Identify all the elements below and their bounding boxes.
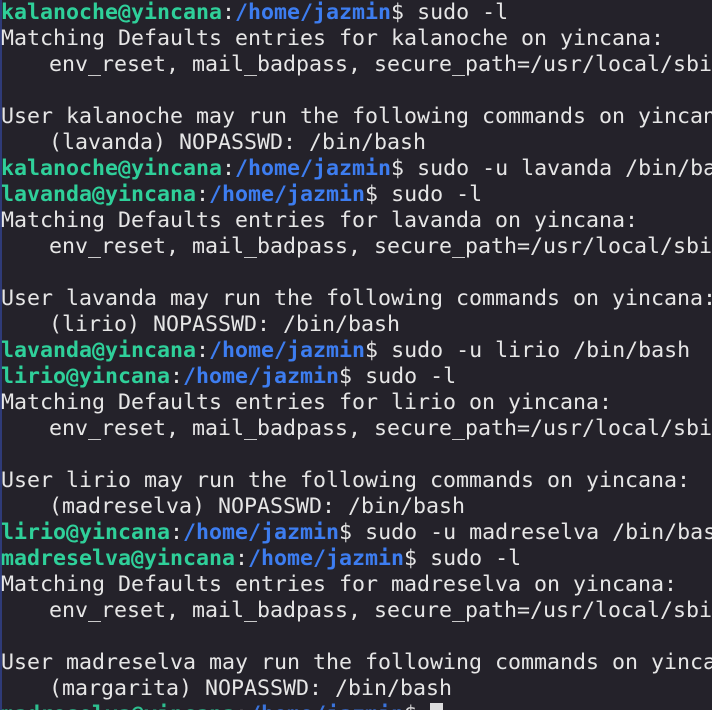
output-text: Matching Defaults entries for lavanda on…: [1, 208, 639, 233]
prompt-sigil: $: [391, 0, 418, 25]
output-indented-line: (margarita) NOPASSWD: /bin/bash: [1, 676, 712, 702]
output-text: User lavanda may run the following comma…: [1, 286, 712, 311]
output-text: env_reset, mail_badpass, secure_path=/us…: [49, 598, 712, 623]
output-text: Matching Defaults entries for lirio on y…: [1, 390, 613, 415]
prompt-separator: :: [235, 702, 248, 710]
prompt-separator: :: [196, 338, 210, 363]
prompt-line: lirio@yincana:/home/jazmin$ sudo -l: [1, 364, 712, 390]
prompt-separator: :: [170, 520, 184, 545]
output-line: Matching Defaults entries for lirio on y…: [1, 390, 712, 416]
prompt-sigil: $: [339, 364, 366, 389]
output-line: Matching Defaults entries for madreselva…: [1, 572, 712, 598]
prompt-user-host: lirio@yincana: [1, 364, 171, 389]
prompt-path: /home/jazmin: [209, 338, 366, 363]
prompt-line: madreselva@yincana:/home/jazmin$ sudo -l: [1, 546, 712, 572]
command-text: sudo -l: [365, 364, 457, 389]
terminal-window[interactable]: kalanoche@yincana:/home/jazmin$ sudo -l M…: [0, 0, 712, 710]
prompt-path: /home/jazmin: [248, 702, 404, 710]
command-text: sudo -l: [391, 182, 483, 207]
prompt-user-host: madreselva@yincana: [1, 702, 235, 710]
prompt-sigil: $: [391, 156, 418, 181]
output-line: User lavanda may run the following comma…: [1, 286, 712, 312]
prompt-sigil: $: [404, 546, 431, 571]
command-text: sudo -u madreselva /bin/bash: [365, 520, 712, 545]
prompt-separator: :: [170, 364, 184, 389]
prompt-sigil: $: [365, 338, 392, 363]
prompt-sigil: $: [404, 702, 430, 710]
output-indented-line: (lirio) NOPASSWD: /bin/bash: [1, 312, 712, 338]
output-text: env_reset, mail_badpass, secure_path=/us…: [49, 234, 712, 259]
command-text: sudo -u lirio /bin/bash: [391, 338, 691, 363]
output-indented-line: env_reset, mail_badpass, secure_path=/us…: [1, 416, 712, 442]
output-indented-line: env_reset, mail_badpass, secure_path=/us…: [1, 234, 712, 260]
prompt-path: /home/jazmin: [183, 364, 340, 389]
prompt-line: lavanda@yincana:/home/jazmin$ sudo -l: [1, 182, 712, 208]
output-indented-line: (lavanda) NOPASSWD: /bin/bash: [1, 130, 712, 156]
command-text: sudo -l: [417, 0, 509, 25]
output-text: User madreselva may run the following co…: [1, 650, 712, 675]
text-cursor[interactable]: [430, 703, 444, 710]
output-text: (lavanda) NOPASSWD: /bin/bash: [49, 130, 427, 155]
prompt-path: /home/jazmin: [235, 156, 392, 181]
output-text: (margarita) NOPASSWD: /bin/bash: [49, 676, 453, 701]
output-text: (lirio) NOPASSWD: /bin/bash: [49, 312, 401, 337]
current-prompt-line: madreselva@yincana:/home/jazmin$: [1, 702, 712, 710]
prompt-separator: :: [222, 0, 236, 25]
prompt-separator: :: [235, 546, 249, 571]
prompt-path: /home/jazmin: [248, 546, 405, 571]
prompt-line: lavanda@yincana:/home/jazmin$ sudo -u li…: [1, 338, 712, 364]
output-text: User kalanoche may run the following com…: [1, 104, 712, 129]
output-line: Matching Defaults entries for kalanoche …: [1, 26, 712, 52]
prompt-line: lirio@yincana:/home/jazmin$ sudo -u madr…: [1, 520, 712, 546]
prompt-user-host: lirio@yincana: [1, 520, 171, 545]
prompt-user-host: madreselva@yincana: [1, 546, 236, 571]
output-text: (madreselva) NOPASSWD: /bin/bash: [49, 494, 466, 519]
command-text: sudo -u lavanda /bin/bash: [417, 156, 712, 181]
prompt-path: /home/jazmin: [209, 182, 366, 207]
terminal-output: kalanoche@yincana:/home/jazmin$ sudo -l M…: [1, 0, 712, 710]
prompt-user-host: lavanda@yincana: [1, 338, 197, 363]
prompt-path: /home/jazmin: [183, 520, 340, 545]
prompt-user-host: lavanda@yincana: [1, 182, 197, 207]
output-indented-line: env_reset, mail_badpass, secure_path=/us…: [1, 598, 712, 624]
output-text: env_reset, mail_badpass, secure_path=/us…: [49, 52, 712, 77]
output-line: User madreselva may run the following co…: [1, 650, 712, 676]
prompt-separator: :: [222, 156, 236, 181]
output-line: User kalanoche may run the following com…: [1, 104, 712, 130]
output-line: Matching Defaults entries for lavanda on…: [1, 208, 712, 234]
prompt-user-host: kalanoche@yincana: [1, 0, 223, 25]
output-text: Matching Defaults entries for kalanoche …: [1, 26, 665, 51]
output-indented-line: (madreselva) NOPASSWD: /bin/bash: [1, 494, 712, 520]
prompt-user-host: kalanoche@yincana: [1, 156, 223, 181]
output-text: env_reset, mail_badpass, secure_path=/us…: [49, 416, 712, 441]
prompt-line: kalanoche@yincana:/home/jazmin$ sudo -u …: [1, 156, 712, 182]
output-text: User lirio may run the following command…: [1, 468, 691, 493]
prompt-sigil: $: [365, 182, 392, 207]
output-indented-line: env_reset, mail_badpass, secure_path=/us…: [1, 52, 712, 78]
prompt-line: kalanoche@yincana:/home/jazmin$ sudo -l: [1, 0, 712, 26]
output-line: User lirio may run the following command…: [1, 468, 712, 494]
output-text: Matching Defaults entries for madreselva…: [1, 572, 678, 597]
prompt-path: /home/jazmin: [235, 0, 392, 25]
command-text: sudo -l: [430, 546, 522, 571]
prompt-sigil: $: [339, 520, 366, 545]
prompt-separator: :: [196, 182, 210, 207]
